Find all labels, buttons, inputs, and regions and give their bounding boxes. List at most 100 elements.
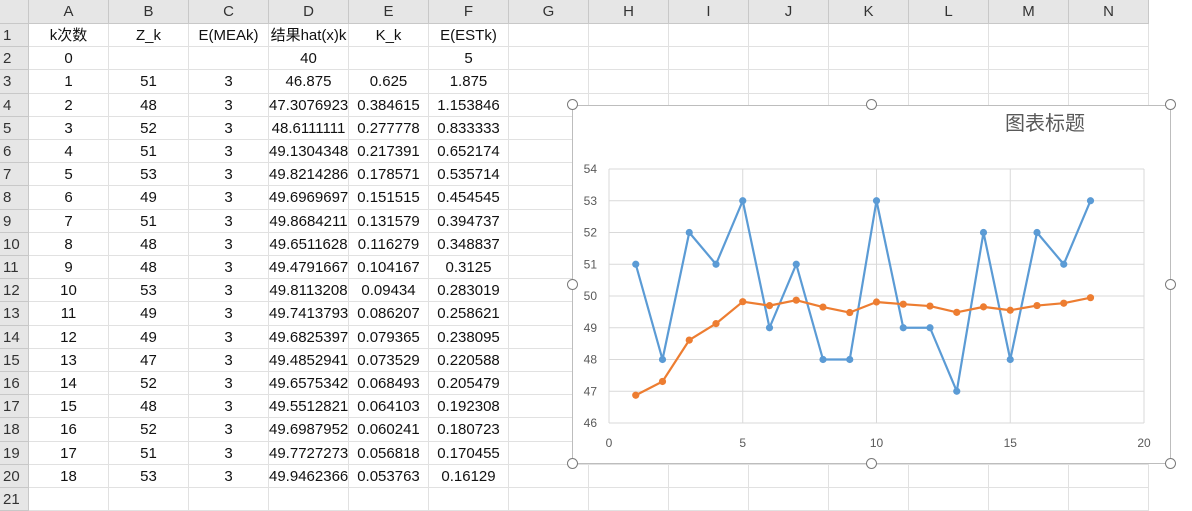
cell-L3[interactable] <box>909 70 989 94</box>
cell-D10[interactable]: 49.6511628 <box>269 232 349 256</box>
cell-A10[interactable]: 8 <box>29 232 109 256</box>
column-header-N[interactable]: N <box>1069 0 1149 24</box>
cell-C13[interactable]: 3 <box>189 302 269 326</box>
cell-J1[interactable] <box>749 24 829 48</box>
cell-D11[interactable]: 49.4791667 <box>269 256 349 280</box>
cell-A14[interactable]: 12 <box>29 325 109 349</box>
cell-B14[interactable]: 49 <box>109 325 189 349</box>
cell-A21[interactable] <box>29 488 109 511</box>
cell-C19[interactable]: 3 <box>189 441 269 465</box>
cell-C4[interactable]: 3 <box>189 93 269 117</box>
cell-M2[interactable] <box>989 47 1069 71</box>
row-header-1[interactable]: 1 <box>0 24 29 48</box>
cell-D2[interactable]: 40 <box>269 47 349 71</box>
cell-F11[interactable]: 0.3125 <box>429 256 509 280</box>
resize-handle-bottom-right[interactable] <box>1165 458 1176 469</box>
cell-B2[interactable] <box>109 47 189 71</box>
cell-A20[interactable]: 18 <box>29 464 109 488</box>
cell-C18[interactable]: 3 <box>189 418 269 442</box>
resize-handle-top-right[interactable] <box>1165 99 1176 110</box>
cell-A19[interactable]: 17 <box>29 441 109 465</box>
cell-A15[interactable]: 13 <box>29 348 109 372</box>
cell-N3[interactable] <box>1069 70 1149 94</box>
cell-H1[interactable] <box>589 24 669 48</box>
column-header-D[interactable]: D <box>269 0 349 24</box>
cell-A8[interactable]: 6 <box>29 186 109 210</box>
row-header-10[interactable]: 10 <box>0 232 29 256</box>
cell-D21[interactable] <box>269 488 349 511</box>
cell-C12[interactable]: 3 <box>189 279 269 303</box>
cell-E21[interactable] <box>349 488 429 511</box>
cell-D13[interactable]: 49.7413793 <box>269 302 349 326</box>
row-header-17[interactable]: 17 <box>0 395 29 419</box>
cell-F5[interactable]: 0.833333 <box>429 116 509 140</box>
column-header-I[interactable]: I <box>669 0 749 24</box>
resize-handle-bottom[interactable] <box>866 458 877 469</box>
cell-B17[interactable]: 48 <box>109 395 189 419</box>
cell-A13[interactable]: 11 <box>29 302 109 326</box>
resize-handle-top-left[interactable] <box>567 99 578 110</box>
cell-C10[interactable]: 3 <box>189 232 269 256</box>
cell-E8[interactable]: 0.151515 <box>349 186 429 210</box>
cell-E10[interactable]: 0.116279 <box>349 232 429 256</box>
cell-B20[interactable]: 53 <box>109 464 189 488</box>
cell-D19[interactable]: 49.7727273 <box>269 441 349 465</box>
cell-E7[interactable]: 0.178571 <box>349 163 429 187</box>
row-header-5[interactable]: 5 <box>0 116 29 140</box>
cell-F9[interactable]: 0.394737 <box>429 209 509 233</box>
row-header-6[interactable]: 6 <box>0 140 29 164</box>
cell-D9[interactable]: 49.8684211 <box>269 209 349 233</box>
cell-D18[interactable]: 49.6987952 <box>269 418 349 442</box>
row-header-15[interactable]: 15 <box>0 348 29 372</box>
cell-F6[interactable]: 0.652174 <box>429 140 509 164</box>
cell-M3[interactable] <box>989 70 1069 94</box>
cell-A12[interactable]: 10 <box>29 279 109 303</box>
row-header-3[interactable]: 3 <box>0 70 29 94</box>
cell-H3[interactable] <box>589 70 669 94</box>
cell-C3[interactable]: 3 <box>189 70 269 94</box>
cell-A6[interactable]: 4 <box>29 140 109 164</box>
cell-B13[interactable]: 49 <box>109 302 189 326</box>
cell-E9[interactable]: 0.131579 <box>349 209 429 233</box>
cell-L21[interactable] <box>909 488 989 511</box>
cell-D5[interactable]: 48.6111111 <box>269 116 349 140</box>
cell-E6[interactable]: 0.217391 <box>349 140 429 164</box>
resize-handle-top[interactable] <box>866 99 877 110</box>
cell-E12[interactable]: 0.09434 <box>349 279 429 303</box>
cell-F3[interactable]: 1.875 <box>429 70 509 94</box>
cell-D20[interactable]: 49.9462366 <box>269 464 349 488</box>
column-header-H[interactable]: H <box>589 0 669 24</box>
cell-B18[interactable]: 52 <box>109 418 189 442</box>
cell-G21[interactable] <box>509 488 589 511</box>
row-header-20[interactable]: 20 <box>0 464 29 488</box>
line-chart[interactable]: 图表标题 46 47 48 49 50 51 52 53 54 0 5 10 15 20 <box>572 105 1171 464</box>
cell-E5[interactable]: 0.277778 <box>349 116 429 140</box>
cell-C9[interactable]: 3 <box>189 209 269 233</box>
row-header-16[interactable]: 16 <box>0 372 29 396</box>
cell-A17[interactable]: 15 <box>29 395 109 419</box>
cell-E15[interactable]: 0.073529 <box>349 348 429 372</box>
cell-D6[interactable]: 49.1304348 <box>269 140 349 164</box>
resize-handle-bottom-left[interactable] <box>567 458 578 469</box>
cell-E14[interactable]: 0.079365 <box>349 325 429 349</box>
cell-C1[interactable]: E(MEAk) <box>189 24 269 48</box>
column-header-B[interactable]: B <box>109 0 189 24</box>
cell-D12[interactable]: 49.8113208 <box>269 279 349 303</box>
cell-D16[interactable]: 49.6575342 <box>269 372 349 396</box>
cell-H20[interactable] <box>589 464 669 488</box>
cell-F1[interactable]: E(ESTk) <box>429 24 509 48</box>
column-header-G[interactable]: G <box>509 0 589 24</box>
row-header-11[interactable]: 11 <box>0 256 29 280</box>
cell-M21[interactable] <box>989 488 1069 511</box>
cell-A16[interactable]: 14 <box>29 372 109 396</box>
cell-C7[interactable]: 3 <box>189 163 269 187</box>
cell-B12[interactable]: 53 <box>109 279 189 303</box>
cell-N20[interactable] <box>1069 464 1149 488</box>
cell-N1[interactable] <box>1069 24 1149 48</box>
cell-F20[interactable]: 0.16129 <box>429 464 509 488</box>
cell-C20[interactable]: 3 <box>189 464 269 488</box>
row-header-12[interactable]: 12 <box>0 279 29 303</box>
cell-F21[interactable] <box>429 488 509 511</box>
cell-C2[interactable] <box>189 47 269 71</box>
cell-C16[interactable]: 3 <box>189 372 269 396</box>
